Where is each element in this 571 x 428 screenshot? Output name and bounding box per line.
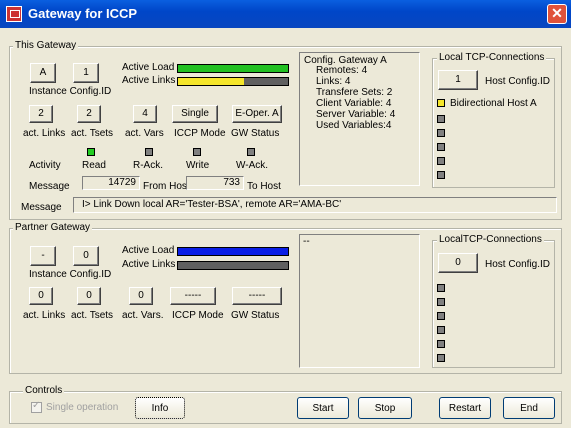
- partner-active-links-bar: [177, 261, 289, 270]
- tcp-conn-indicator-4: [437, 143, 445, 151]
- host-config-id-label: Host Config.ID: [485, 76, 551, 87]
- partner-gw-status-field: -----: [232, 287, 282, 305]
- partner-tcp-indicator-5: [437, 340, 445, 348]
- active-links-fill: [178, 78, 244, 85]
- partner-config-panel: --: [299, 234, 420, 368]
- act-tsets-field: 2: [77, 105, 101, 123]
- act-vars-field: 4: [133, 105, 157, 123]
- start-button[interactable]: Start: [297, 397, 349, 419]
- read-indicator: [87, 148, 95, 156]
- iccp-mode-field: Single: [172, 105, 218, 123]
- partner-tcp-indicator-1: [437, 284, 445, 292]
- partner-act-vars-field: 0: [129, 287, 153, 305]
- partner-config-text: --: [303, 236, 310, 247]
- title-bar: Gateway for ICCP ✕: [0, 0, 571, 28]
- config-line-server-vars: Server Variable: 4: [316, 109, 396, 120]
- active-links-bar: [177, 77, 289, 86]
- from-host-counter: 14729: [82, 176, 140, 190]
- partner-tcp-indicator-6: [437, 354, 445, 362]
- partner-host-config-id-label: Host Config.ID: [485, 259, 551, 270]
- col-label-iccp-mode: ICCP Mode: [174, 128, 226, 139]
- partner-active-load-label: Active Load: [122, 245, 175, 256]
- instance-field: A: [30, 63, 56, 83]
- restart-button[interactable]: Restart: [439, 397, 491, 419]
- checkmark-icon: ✓: [32, 400, 41, 411]
- col-label-act-tsets: act. Tsets: [71, 128, 114, 139]
- stop-button[interactable]: Stop: [358, 397, 412, 419]
- config-line-links: Links: 4: [316, 76, 351, 87]
- col-label-act-links: act. Links: [23, 128, 66, 139]
- tcp-conn-indicator-2: [437, 115, 445, 123]
- partner-instance-field: -: [30, 246, 56, 266]
- act-links-field: 2: [29, 105, 53, 123]
- col-label-act-vars: act. Vars: [125, 128, 164, 139]
- end-button[interactable]: End: [503, 397, 555, 419]
- config-line-client-vars: Client Variable: 4: [316, 98, 392, 109]
- single-operation-label: Single operation: [46, 402, 119, 413]
- partner-tcp-indicator-4: [437, 326, 445, 334]
- active-load-bar: [177, 64, 289, 73]
- single-operation-checkbox[interactable]: ✓: [31, 400, 42, 413]
- tcp-conn-indicator-6: [437, 171, 445, 179]
- close-button[interactable]: ✕: [547, 4, 567, 24]
- active-links-label: Active Links: [122, 75, 176, 86]
- partner-active-links-label: Active Links: [122, 259, 176, 270]
- partner-tcp-indicator-2: [437, 298, 445, 306]
- message-label: Message: [21, 202, 62, 213]
- w-ack-label: W-Ack.: [236, 160, 269, 171]
- partner-iccp-mode-field: -----: [170, 287, 216, 305]
- partner-instance-config-label: Instance Config.ID: [29, 269, 112, 280]
- instance-config-label: Instance Config.ID: [29, 86, 112, 97]
- tcp-conn-label-1: Bidirectional Host A: [450, 98, 537, 109]
- tcp-conn-indicator-1: [437, 99, 445, 107]
- config-line-used-vars: Used Variables:4: [316, 120, 392, 131]
- partner-tcp-legend: LocalTCP-Connections: [437, 234, 544, 245]
- this-gateway-legend: This Gateway: [13, 40, 79, 51]
- partner-act-links-field: 0: [29, 287, 53, 305]
- w-ack-indicator: [247, 148, 255, 156]
- config-gateway-panel: Config. Gateway A Remotes: 4 Links: 4 Tr…: [299, 52, 420, 186]
- partner-col-label-gw-status: GW Status: [231, 310, 280, 321]
- gw-status-field: E-Oper. A: [232, 105, 282, 123]
- info-button[interactable]: Info: [135, 397, 185, 419]
- partner-config-id-field: 0: [73, 246, 99, 266]
- partner-gateway-legend: Partner Gateway: [13, 222, 93, 233]
- r-ack-label: R-Ack.: [133, 160, 163, 171]
- controls-legend: Controls: [23, 385, 65, 396]
- partner-act-tsets-field: 0: [77, 287, 101, 305]
- partner-col-label-act-vars: act. Vars.: [122, 310, 164, 321]
- partner-host-config-id-field: 0: [438, 253, 478, 273]
- col-label-gw-status: GW Status: [231, 128, 280, 139]
- message-field: I> Link Down local AR='Tester-BSA', remo…: [73, 197, 557, 213]
- from-host-label: From Host: [143, 181, 190, 192]
- window-title: Gateway for ICCP: [28, 6, 138, 21]
- local-tcp-legend: Local TCP-Connections: [437, 52, 547, 63]
- active-load-label: Active Load: [122, 62, 175, 73]
- partner-col-label-iccp-mode: ICCP Mode: [172, 310, 224, 321]
- partner-col-label-act-links: act. Links: [23, 310, 66, 321]
- r-ack-indicator: [145, 148, 153, 156]
- write-label: Write: [186, 160, 210, 171]
- config-line-remotes: Remotes: 4: [316, 65, 368, 76]
- read-label: Read: [82, 160, 106, 171]
- write-indicator: [193, 148, 201, 156]
- tcp-conn-indicator-3: [437, 129, 445, 137]
- partner-active-load-bar: [177, 247, 289, 256]
- partner-col-label-act-tsets: act. Tsets: [71, 310, 114, 321]
- partner-tcp-indicator-3: [437, 312, 445, 320]
- activity-label: Activity: [29, 160, 61, 171]
- to-host-label: To Host: [247, 181, 281, 192]
- tcp-conn-indicator-5: [437, 157, 445, 165]
- app-icon: [6, 6, 22, 22]
- to-host-counter: 733: [186, 176, 244, 190]
- message-counter-label: Message: [29, 181, 70, 192]
- config-id-field: 1: [73, 63, 99, 83]
- config-line-tsets: Transfere Sets: 2: [316, 87, 393, 98]
- host-config-id-field: 1: [438, 70, 478, 90]
